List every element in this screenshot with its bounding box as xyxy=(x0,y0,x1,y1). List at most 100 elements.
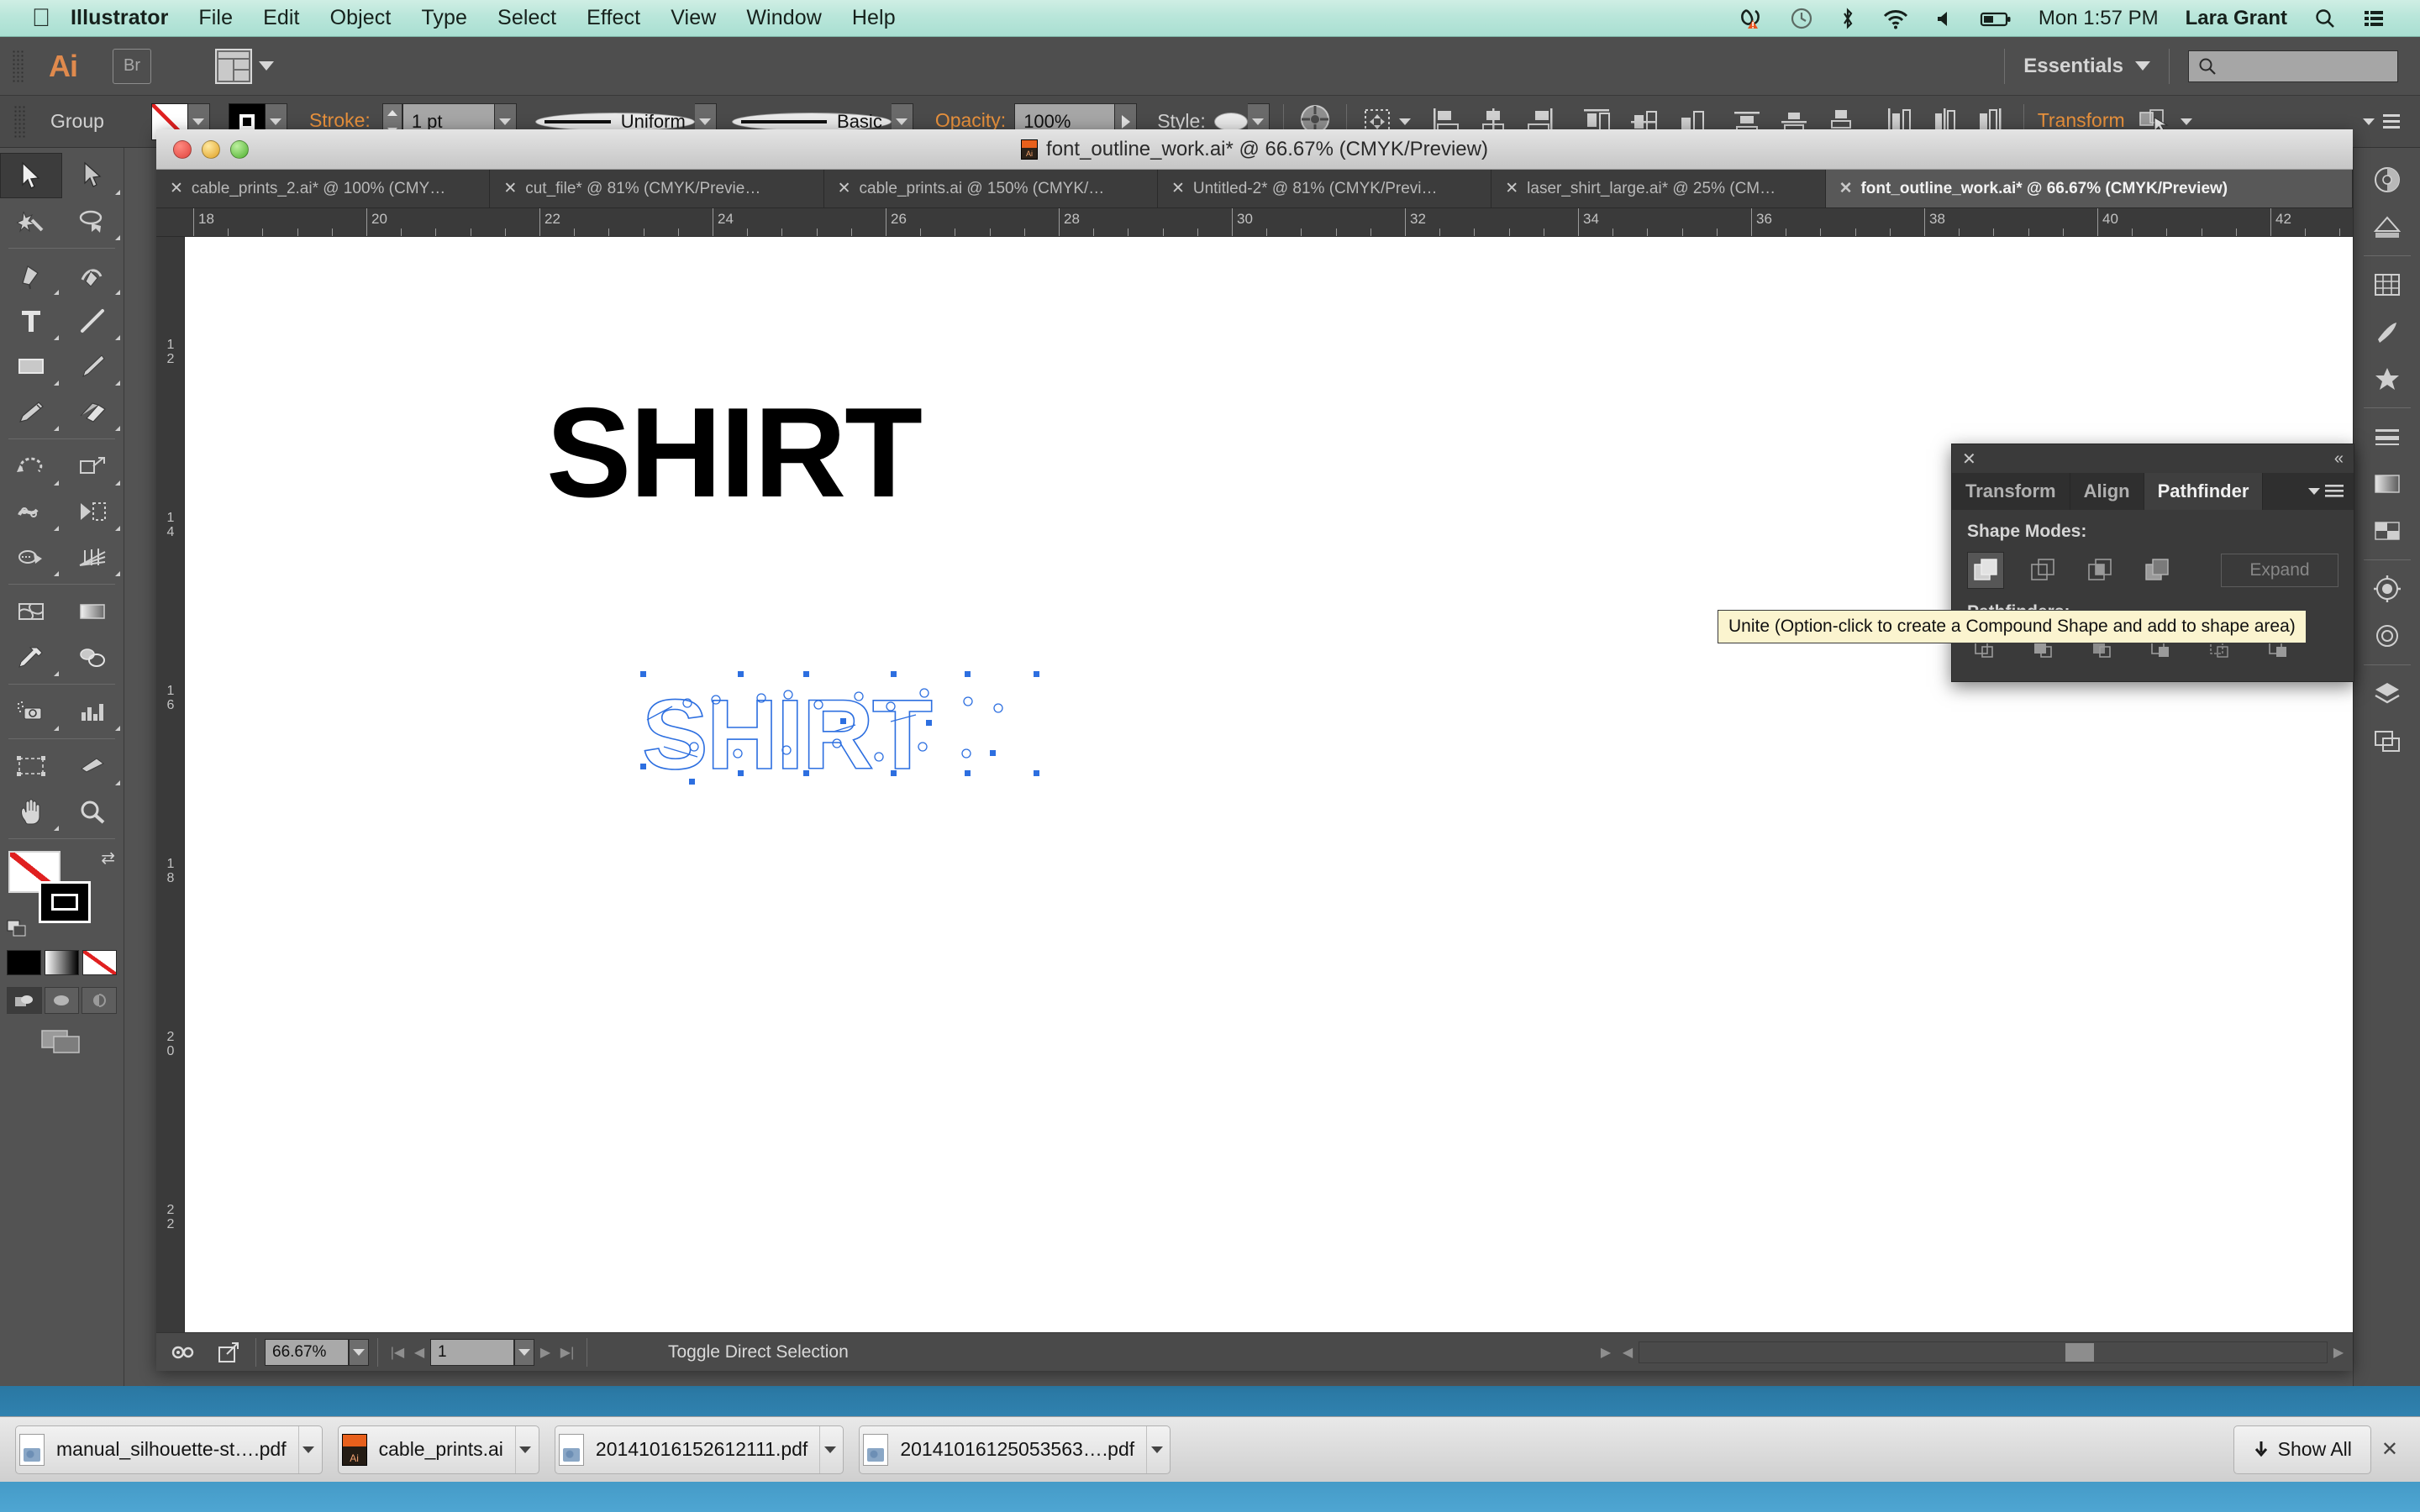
zoom-tool[interactable] xyxy=(62,789,124,834)
paintbrush-tool[interactable] xyxy=(62,344,124,389)
control-bar-overflow-icon[interactable] xyxy=(2363,118,2375,125)
curvature-tool[interactable] xyxy=(62,253,124,298)
horizontal-ruler[interactable]: 182022242628303234363840424 xyxy=(156,208,2353,237)
width-tool[interactable] xyxy=(0,489,62,534)
swatches-panel-icon[interactable] xyxy=(2362,261,2412,308)
menu-window[interactable]: Window xyxy=(731,6,837,30)
none-swatch-button[interactable] xyxy=(82,950,117,975)
menubar-clock[interactable]: Mon 1:57 PM xyxy=(2025,7,2172,30)
blend-tool[interactable] xyxy=(62,634,124,680)
zoom-level-value[interactable]: 66.67% xyxy=(265,1338,349,1366)
prev-artboard-icon[interactable]: ◀ xyxy=(408,1339,430,1366)
menubar-username[interactable]: Lara Grant xyxy=(2172,7,2301,30)
unite-icon[interactable] xyxy=(1967,552,2004,589)
share-icon[interactable] xyxy=(210,1338,247,1367)
dock-file-1-chevron-down-icon[interactable] xyxy=(514,1425,535,1473)
gradient-swatch-button[interactable] xyxy=(45,950,79,975)
minus-front-icon[interactable] xyxy=(2024,552,2061,589)
direct-selection-tool[interactable] xyxy=(62,153,124,198)
volume-icon[interactable] xyxy=(1923,6,1966,31)
document-tab-5[interactable]: ✕ font_outline_work.ai* @ 66.67% (CMYK/P… xyxy=(1825,170,2353,207)
menu-edit[interactable]: Edit xyxy=(248,6,314,30)
dock-close-icon[interactable]: ✕ xyxy=(2381,1437,2398,1462)
first-artboard-icon[interactable]: |◀ xyxy=(387,1339,408,1366)
control-bar-grip[interactable] xyxy=(13,104,25,139)
preferences-icon[interactable] xyxy=(165,1338,202,1367)
close-icon[interactable]: ✕ xyxy=(1505,179,1518,198)
next-artboard-icon[interactable]: ▶ xyxy=(534,1339,556,1366)
wifi-icon[interactable] xyxy=(1869,6,1923,31)
perspective-grid-tool[interactable] xyxy=(62,534,124,580)
menu-effect[interactable]: Effect xyxy=(571,6,655,30)
arrange-documents-icon[interactable] xyxy=(215,48,252,84)
lasso-tool[interactable] xyxy=(62,198,124,244)
status-indicator-text[interactable]: Toggle Direct Selection xyxy=(668,1342,849,1362)
tab-transform[interactable]: Transform xyxy=(1952,473,2070,510)
eraser-tool[interactable] xyxy=(62,389,124,434)
menu-view[interactable]: View xyxy=(655,6,731,30)
workspace-chevron-down-icon[interactable] xyxy=(2135,61,2150,71)
document-tab-3[interactable]: ✕ Untitled-2* @ 81% (CMYK/Previ… xyxy=(1158,170,1492,207)
artwork-selected-outline-group[interactable]: SHIRT xyxy=(639,669,1160,833)
artboard-tool[interactable] xyxy=(0,743,62,789)
last-artboard-icon[interactable]: ▶| xyxy=(556,1339,578,1366)
document-tab-0[interactable]: ✕ cable_prints_2.ai* @ 100% (CMY… xyxy=(156,170,491,207)
close-icon[interactable]: ✕ xyxy=(1962,449,1976,470)
column-graph-tool[interactable] xyxy=(62,689,124,734)
line-segment-tool[interactable] xyxy=(62,298,124,344)
menu-type[interactable]: Type xyxy=(406,6,482,30)
hand-tool[interactable] xyxy=(0,789,62,834)
transparency-panel-icon[interactable] xyxy=(2362,507,2412,554)
color-panel-icon[interactable] xyxy=(2362,156,2412,203)
apple-menu-icon[interactable]:  xyxy=(27,6,55,30)
scale-tool[interactable] xyxy=(62,444,124,489)
brushes-panel-icon[interactable] xyxy=(2362,308,2412,355)
go-to-bridge-button[interactable]: Br xyxy=(113,48,151,84)
artboard-number-control[interactable]: 1 xyxy=(430,1338,534,1366)
screen-mode-icon[interactable] xyxy=(40,1029,84,1054)
dock-file-3[interactable]: 20141016125053563….pdf xyxy=(859,1425,1171,1474)
close-icon[interactable]: ✕ xyxy=(170,179,183,198)
menu-illustrator[interactable]: Illustrator xyxy=(55,6,183,30)
rotate-tool[interactable] xyxy=(0,444,62,489)
close-icon[interactable]: ✕ xyxy=(838,179,851,198)
control-bar-menu-icon[interactable] xyxy=(2381,112,2402,132)
dropbox-icon[interactable] xyxy=(1726,6,1776,31)
draw-inside-icon[interactable] xyxy=(82,987,118,1014)
dock-file-0[interactable]: manual_silhouette-st….pdf xyxy=(15,1425,323,1474)
document-tab-2[interactable]: ✕ cable_prints.ai @ 150% (CMYK/… xyxy=(824,170,1158,207)
show-all-button[interactable]: Show All xyxy=(2233,1425,2371,1474)
mesh-tool[interactable] xyxy=(0,589,62,634)
battery-icon[interactable] xyxy=(1966,6,2025,31)
intersect-icon[interactable] xyxy=(2081,552,2118,589)
free-transform-tool[interactable] xyxy=(62,489,124,534)
swap-fill-stroke-icon[interactable]: ⇄ xyxy=(101,848,115,869)
dock-file-2[interactable]: 20141016152612111.pdf xyxy=(554,1425,844,1474)
gradient-tool[interactable] xyxy=(62,589,124,634)
help-search-input[interactable] xyxy=(2188,50,2398,82)
menu-file[interactable]: File xyxy=(183,6,248,30)
drag-grip[interactable] xyxy=(12,49,24,83)
draw-behind-icon[interactable] xyxy=(44,987,80,1014)
artboards-panel-icon[interactable] xyxy=(2362,717,2412,764)
appearance-panel-icon[interactable] xyxy=(2362,565,2412,612)
vertical-ruler[interactable]: 1 21 41 61 82 02 22 4 xyxy=(156,237,185,1332)
pathfinder-panel-menu[interactable] xyxy=(2308,473,2354,510)
close-icon[interactable]: ✕ xyxy=(1839,179,1853,198)
symbols-panel-icon[interactable] xyxy=(2362,355,2412,402)
color-guide-icon[interactable] xyxy=(2362,203,2412,250)
layers-panel-icon[interactable] xyxy=(2362,670,2412,717)
stroke-panel-icon[interactable] xyxy=(2362,413,2412,460)
dock-file-3-chevron-down-icon[interactable] xyxy=(1146,1425,1166,1473)
notification-center-icon[interactable] xyxy=(2349,7,2398,30)
artwork-headline-text[interactable]: SHIRT xyxy=(546,380,923,527)
graphic-styles-icon[interactable] xyxy=(2362,612,2412,659)
document-tab-1[interactable]: ✕ cut_file* @ 81% (CMYK/Previe… xyxy=(490,170,824,207)
transform-chevron-down-icon[interactable] xyxy=(2180,118,2192,125)
scroll-right-icon[interactable]: ▶ xyxy=(2328,1339,2349,1366)
type-tool[interactable] xyxy=(0,298,62,344)
magic-wand-tool[interactable] xyxy=(0,198,62,244)
dock-file-2-chevron-down-icon[interactable] xyxy=(819,1425,839,1473)
workspace-switcher[interactable]: Essentials xyxy=(2023,55,2123,78)
tab-pathfinder[interactable]: Pathfinder xyxy=(2144,473,2264,510)
